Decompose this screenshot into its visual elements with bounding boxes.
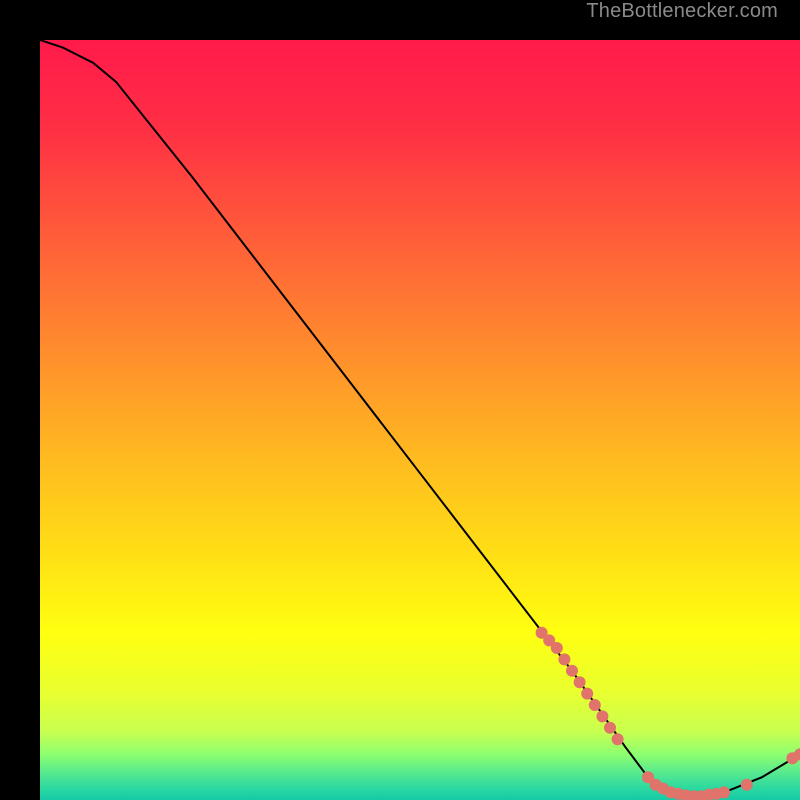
gradient-background [40,40,800,800]
data-point [551,642,563,654]
data-point [566,665,578,677]
data-point [581,688,593,700]
data-point [596,710,608,722]
bottleneck-chart [40,40,800,800]
data-point [612,733,624,745]
data-point [718,786,730,798]
chart-frame [20,20,780,780]
data-point [558,653,570,665]
data-point [589,699,601,711]
data-point [604,722,616,734]
data-point [574,676,586,688]
data-point [741,779,753,791]
